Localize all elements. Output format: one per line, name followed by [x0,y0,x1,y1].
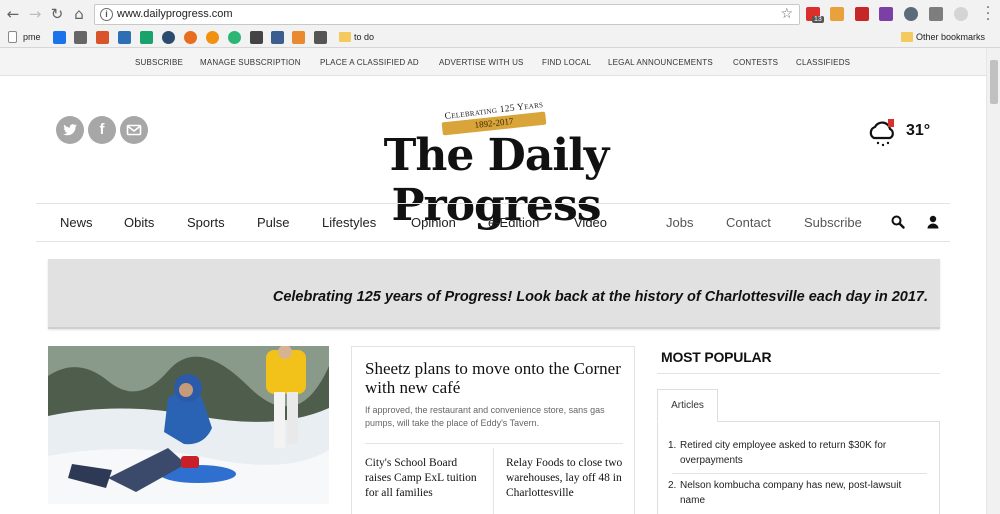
search-icon[interactable] [891,215,905,229]
list-item[interactable]: 1. Retired city employee asked to return… [668,438,920,468]
info-icon[interactable]: i [100,8,113,21]
scrollbar-thumb[interactable] [990,60,998,104]
lead-story-card: Sheetz plans to move onto the Corner wit… [351,346,635,514]
utility-link-find-local[interactable]: FIND LOCAL [542,58,591,67]
lead-story-summary[interactable]: If approved, the restaurant and convenie… [365,404,627,430]
bookmark-icon[interactable] [184,31,197,44]
back-arrow-icon[interactable]: ← [4,5,22,23]
nav-item-sports[interactable]: Sports [187,215,225,230]
address-bar[interactable]: i www.dailyprogress.com ☆ [94,4,800,25]
page-icon [8,31,17,43]
lead-story-photo[interactable] [48,346,329,504]
mail-icon[interactable] [53,31,66,44]
extension-icon[interactable] [830,7,844,21]
facebook-icon[interactable]: f [88,116,116,144]
anniversary-banner[interactable]: Celebrating 125 years of Progress! Look … [48,259,940,329]
most-popular-panel: 1. Retired city employee asked to return… [657,421,940,514]
bookmark-star-icon[interactable]: ☆ [780,6,793,22]
divider [365,443,623,444]
sub-story-headline[interactable]: Relay Foods to close two warehouses, lay… [506,456,626,501]
bookmark-icon[interactable] [228,31,241,44]
tumblr-icon[interactable] [162,31,175,44]
utility-link-place-classified-ad[interactable]: PLACE A CLASSIFIED AD [320,58,419,67]
sub-story-headline[interactable]: City's School Board raises Camp ExL tuit… [365,456,485,501]
nav-item-pulse[interactable]: Pulse [257,215,290,230]
list-item-text[interactable]: Retired city employee asked to return $3… [680,440,886,466]
utility-nav: SUBSCRIBE MANAGE SUBSCRIPTION PLACE A CL… [0,48,986,76]
bookmarks-bar: pme to do Other bookmarks [0,29,1000,48]
divider [672,473,927,474]
extension-icon[interactable] [954,7,968,21]
bookmark-icon[interactable] [250,31,263,44]
tab-articles[interactable]: Articles [657,389,718,422]
bookmark-pme[interactable]: pme [23,32,41,42]
utility-link-legal-announcements[interactable]: LEGAL ANNOUNCEMENTS [608,58,713,67]
extension-icon[interactable] [904,7,918,21]
list-item[interactable]: 2. Nelson kombucha company has new, post… [668,478,920,508]
onenote-extension-icon[interactable] [879,7,893,21]
extension-icon[interactable] [929,7,943,21]
url-text[interactable]: www.dailyprogress.com [117,8,233,20]
codepen-icon[interactable] [314,31,327,44]
utility-link-contests[interactable]: CONTESTS [733,58,778,67]
other-bookmarks[interactable]: Other bookmarks [916,32,985,42]
nav-item-obits[interactable]: Obits [124,215,154,230]
home-icon[interactable]: ⌂ [70,5,88,23]
menu-icon[interactable]: · · · [985,1,991,27]
nav-item-video[interactable]: Video [574,215,607,230]
nav-item-subscribe[interactable]: Subscribe [804,215,862,230]
divider [493,448,494,514]
nav-item-lifestyles[interactable]: Lifestyles [322,215,376,230]
utility-link-advertise[interactable]: ADVERTISE WITH US [439,58,524,67]
utility-link-subscribe[interactable]: SUBSCRIBE [135,58,183,67]
nav-item-news[interactable]: News [60,215,93,230]
page-scrollbar[interactable] [986,48,1000,514]
folder-icon [339,32,351,42]
extension-badge: 13 [812,16,824,23]
lastpass-extension-icon[interactable] [855,7,869,21]
twitter-icon[interactable] [56,116,84,144]
bookmark-folder-to-do[interactable]: to do [354,32,374,42]
bookmark-icon[interactable] [140,31,153,44]
folder-icon [901,32,913,42]
nav-item-e-edition[interactable]: e-Edition [488,215,539,230]
bookmark-icon[interactable] [74,31,87,44]
main-nav: News Obits Sports Pulse Lifestyles Opini… [36,203,950,242]
banner-text[interactable]: Celebrating 125 years of Progress! Look … [273,289,928,305]
most-popular-title: MOST POPULAR [661,349,772,365]
nav-item-contact[interactable]: Contact [726,215,771,230]
list-item-text[interactable]: Nelson kombucha company has new, post-la… [680,480,901,506]
weather-temperature[interactable]: 31° [906,122,930,140]
lead-story-headline[interactable]: Sheetz plans to move onto the Corner wit… [365,359,625,397]
list-item-number: 2. [668,480,677,491]
bookmark-icon[interactable] [292,31,305,44]
utility-link-classifieds[interactable]: CLASSIFIEDS [796,58,850,67]
user-icon[interactable] [927,215,939,229]
bookmark-icon[interactable] [96,31,109,44]
nav-item-opinion[interactable]: Opinion [411,215,456,230]
email-icon[interactable] [120,116,148,144]
weather-snow-icon[interactable] [866,118,902,148]
list-item-number: 1. [668,440,677,451]
divider [657,373,940,374]
forward-arrow-icon[interactable]: → [26,5,44,23]
nav-item-jobs[interactable]: Jobs [666,215,693,230]
bookmark-icon[interactable] [206,31,219,44]
utility-link-manage-subscription[interactable]: MANAGE SUBSCRIPTION [200,58,301,67]
bookmark-icon[interactable] [271,31,284,44]
browser-toolbar: ← → ↻ ⌂ i www.dailyprogress.com ☆ 13 · · · [0,0,1000,29]
reload-icon[interactable]: ↻ [48,5,66,23]
bookmark-icon[interactable] [118,31,131,44]
